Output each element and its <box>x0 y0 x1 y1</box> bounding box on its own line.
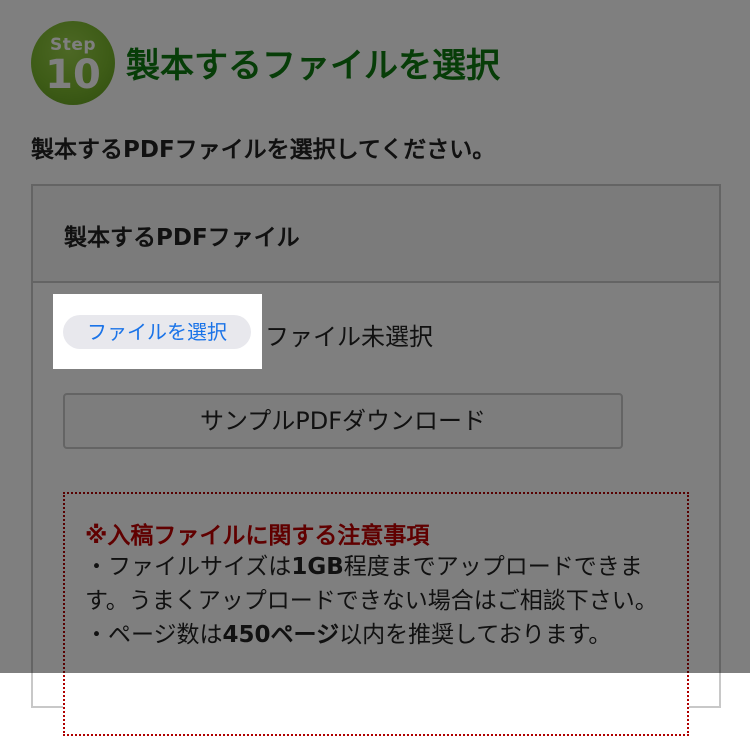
notice-item-file-size: ・ファイルサイズは1GB程度までアップロードできます。うまくアップロードできない… <box>85 554 658 614</box>
card-header: 製本するPDFファイル <box>33 186 719 283</box>
file-select-button[interactable]: ファイルを選択 <box>63 315 251 349</box>
step-title: 製本するファイルを選択 <box>126 46 500 86</box>
sample-pdf-download-button[interactable]: サンプルPDFダウンロード <box>63 393 623 449</box>
instruction-text: 製本するPDFファイルを選択してください。 <box>31 137 496 163</box>
step-badge-number: 10 <box>45 52 101 98</box>
pdf-upload-card: 製本するPDFファイル ファイル未選択 サンプルPDFダウンロード ※入稿ファイ… <box>31 184 721 736</box>
file-status-text: ファイル未選択 <box>265 323 433 351</box>
notice-title: ※入稿ファイルに関する注意事項 <box>85 523 430 549</box>
card-header-label: 製本するPDFファイル <box>64 225 300 251</box>
step-badge: Step 10 <box>31 21 115 105</box>
file-select-spotlight: ファイルを選択 <box>53 294 262 369</box>
notice-box: ※入稿ファイルに関する注意事項 ・ファイルサイズは1GB程度までアップロードでき… <box>63 492 689 736</box>
notice-item-page-count: ・ページ数は450ページ以内を推奨しております。 <box>85 622 612 648</box>
notice-body: ・ファイルサイズは1GB程度までアップロードできます。うまくアップロードできない… <box>85 550 665 652</box>
